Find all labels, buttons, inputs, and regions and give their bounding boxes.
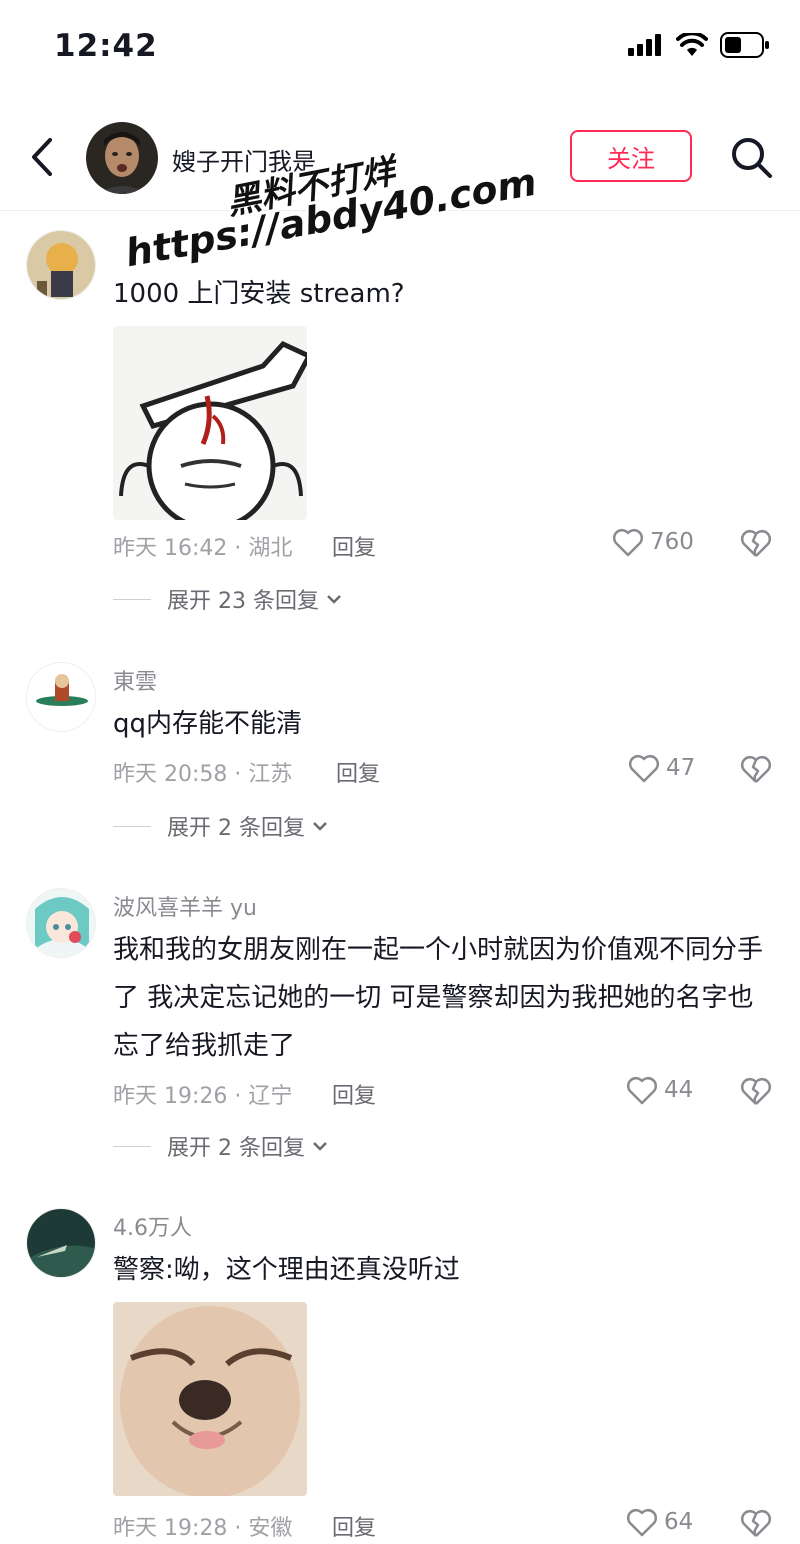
comment-meta: 昨天 19:28 · 安徽 [113,1516,293,1541]
like-button[interactable]: 760 [612,527,694,557]
comment-text[interactable]: qq内存能不能清 [113,700,778,748]
like-count: 44 [664,1077,694,1103]
wifi-icon [676,33,708,56]
like-button[interactable]: 47 [628,753,695,783]
broken-heart-icon[interactable] [740,528,772,558]
expand-replies-button[interactable]: 展开 23 条回复 [113,583,343,615]
video-title[interactable]: 嫂子开门我是 [172,142,316,177]
status-time: 12:42 [54,28,158,64]
expand-replies-button[interactable]: 展开 2 条回复 [113,1130,329,1162]
broken-heart-icon[interactable] [740,1076,772,1106]
reply-button[interactable]: 回复 [332,1510,376,1542]
comment-meta: 昨天 19:26 · 辽宁 [113,1084,293,1109]
comment-text[interactable]: 我和我的女朋友刚在一起一个小时就因为价值观不同分手了 我决定忘记她的一切 可是警… [113,926,778,1070]
heart-icon [626,1508,658,1537]
comment-username[interactable]: 東雲 [113,664,157,696]
author-avatar[interactable] [86,122,158,194]
battery-icon [720,32,769,58]
expand-replies-label: 展开 2 条回复 [167,816,305,841]
comment-meta: 昨天 16:42 · 湖北 [113,536,293,561]
broken-heart-icon[interactable] [740,754,772,784]
cellular-signal-icon [628,34,661,56]
chevron-down-icon [313,1142,327,1151]
broken-heart-icon[interactable] [740,1508,772,1538]
like-button[interactable]: 64 [626,1507,693,1537]
like-button[interactable]: 44 [626,1075,693,1105]
status-icons [628,32,770,58]
follow-button[interactable]: 关注 [570,130,692,182]
reply-button[interactable]: 回复 [332,1078,376,1110]
chevron-down-icon [327,595,341,604]
comment-avatar[interactable] [26,230,96,300]
like-count: 47 [666,755,696,781]
comment-text[interactable]: 警察:呦，这个理由还真没听过 [113,1246,778,1294]
comment-avatar[interactable] [26,888,96,958]
comment-sticker-image[interactable] [113,326,307,520]
heart-icon [626,1076,658,1105]
like-count: 64 [664,1509,694,1535]
divider-line [113,598,151,600]
reply-button[interactable]: 回复 [332,530,376,562]
video-header: 嫂子开门我是 关注 [0,108,800,211]
comment-username[interactable]: 4.6万人 [113,1210,192,1242]
heart-icon [628,754,660,783]
comment-username[interactable]: 波风喜羊羊 yu [113,890,257,922]
comment-meta: 昨天 20:58 · 江苏 [113,762,293,787]
comment-sticker-image[interactable] [113,1302,307,1496]
comment-text[interactable]: 1000 上门安装 stream? [113,270,778,318]
expand-replies-label: 展开 23 条回复 [167,589,319,614]
heart-icon [612,528,644,557]
divider-line [113,1145,151,1147]
expand-replies-label: 展开 2 条回复 [167,1136,305,1161]
chevron-down-icon [313,822,327,831]
expand-replies-button[interactable]: 展开 2 条回复 [113,810,329,842]
search-icon[interactable] [730,136,774,180]
comment-avatar[interactable] [26,662,96,732]
status-bar: 12:42 [0,0,800,100]
reply-button[interactable]: 回复 [336,756,380,788]
back-arrow-icon[interactable] [28,136,58,178]
divider-line [113,825,151,827]
comment-avatar[interactable] [26,1208,96,1278]
like-count: 760 [650,529,694,555]
